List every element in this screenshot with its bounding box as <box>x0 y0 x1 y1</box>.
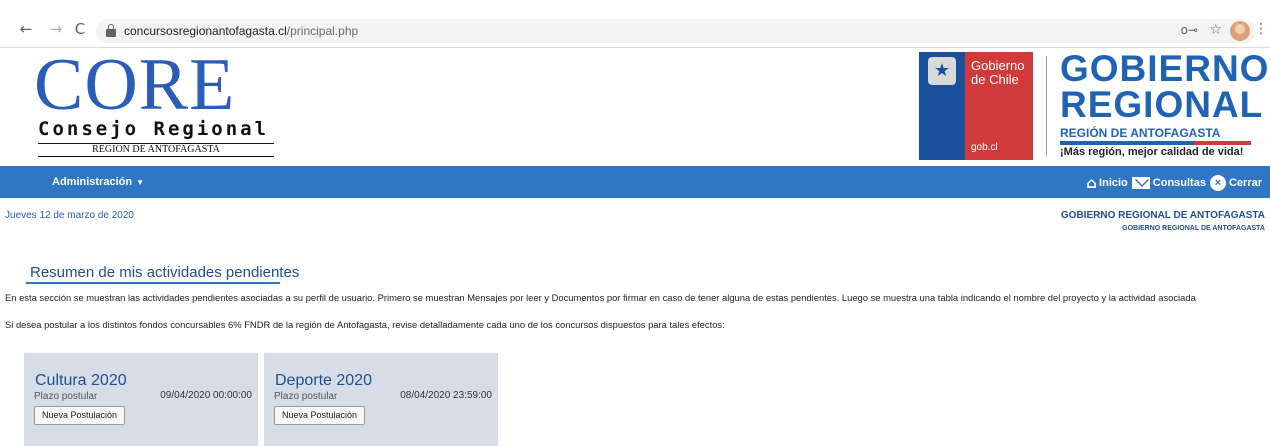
new-application-button[interactable]: Nueva Postulación <box>274 406 366 425</box>
gore-line1: GOBIERNO <box>1060 48 1270 89</box>
gore-region: REGIÓN DE ANTOFAGASTA <box>1060 126 1221 140</box>
back-arrow-icon[interactable]: ← <box>18 21 34 37</box>
gob-cl-text: gob.cl <box>971 142 998 153</box>
instructions-paragraph: Si desea postular a los distintos fondos… <box>5 319 725 330</box>
url-text[interactable]: concursosregionantofagasta.cl/principal.… <box>124 24 358 38</box>
key-icon[interactable]: o⊸ <box>1181 23 1198 37</box>
main-navbar: Administración ▼ ⌂ Inicio Consultas × Cerra… <box>0 166 1270 198</box>
core-logo-word: CORE <box>34 44 236 126</box>
navbar-right-links: ⌂ Inicio Consultas × Cerrar <box>1086 173 1262 193</box>
core-logo-subtitle: Consejo Regional <box>38 118 270 140</box>
contest-card-cultura: Cultura 2020 Plazo postular 09/04/2020 0… <box>24 353 258 446</box>
contest-card-deporte: Deporte 2020 Plazo postular 08/04/2020 2… <box>264 353 498 446</box>
core-logo[interactable]: CORE Consejo Regional REGION DE ANTOFAGA… <box>34 48 284 160</box>
core-logo-region: REGION DE ANTOFAGASTA <box>38 143 274 157</box>
admin-menu-label: Administración <box>52 176 133 188</box>
url-domain: concursosregionantofagasta.cl <box>124 24 287 38</box>
gob-chile-line2: de Chile <box>971 72 1019 87</box>
gore-line2: REGIONAL <box>1060 84 1264 125</box>
contest-deadline-label: Plazo postular <box>274 391 338 402</box>
browser-menu-icon[interactable]: ⋮ <box>1254 21 1268 37</box>
url-path: /principal.php <box>286 24 359 38</box>
contest-deadline: 08/04/2020 23:59:00 <box>400 390 492 401</box>
gore-blue-bar <box>1060 141 1194 145</box>
coat-of-arms-icon: ★ <box>928 57 956 85</box>
close-circle-icon: × <box>1209 175 1226 191</box>
new-application-button[interactable]: Nueva Postulación <box>34 406 126 425</box>
current-date: Jueves 12 de marzo de 2020 <box>5 210 134 221</box>
reload-icon[interactable]: C <box>72 21 88 37</box>
browser-toolbar: ← → C concursosregionantofagasta.cl/prin… <box>0 0 1270 48</box>
caret-down-icon: ▼ <box>136 178 144 187</box>
profile-avatar[interactable] <box>1230 21 1250 41</box>
organization-name: GOBIERNO REGIONAL DE ANTOFAGASTA <box>1060 210 1265 221</box>
forward-arrow-icon[interactable]: → <box>48 21 64 37</box>
consultas-link[interactable]: Consultas <box>1131 177 1206 189</box>
cerrar-link[interactable]: × Cerrar <box>1209 175 1262 191</box>
consultas-label: Consultas <box>1152 177 1206 189</box>
organization-subname: GOBIERNO REGIONAL DE ANTOFAGASTA <box>1122 225 1265 232</box>
cerrar-label: Cerrar <box>1228 177 1262 189</box>
gore-red-bar <box>1194 141 1251 145</box>
description-paragraph: En esta sección se muestran las activida… <box>5 292 1196 303</box>
gore-slogan: ¡Más región, mejor calidad de vida! <box>1060 146 1244 158</box>
gob-chile-line1: Gobierno <box>971 58 1025 73</box>
section-title-underline <box>26 282 280 284</box>
admin-menu[interactable]: Administración ▼ <box>52 176 144 188</box>
contest-title: Deporte 2020 <box>275 372 372 389</box>
site-header: CORE Consejo Regional REGION DE ANTOFAGA… <box>0 48 1270 166</box>
address-bar[interactable]: concursosregionantofagasta.cl/principal.… <box>96 19 1256 43</box>
bookmark-star-icon[interactable]: ☆ <box>1209 22 1222 38</box>
gobierno-de-chile-logo: ★ Gobierno de Chile gob.cl <box>919 52 1033 160</box>
inicio-link[interactable]: ⌂ Inicio <box>1086 175 1127 191</box>
contest-deadline: 09/04/2020 00:00:00 <box>160 390 252 401</box>
contest-deadline-label: Plazo postular <box>34 391 98 402</box>
gobierno-regional-logo: GOBIERNO REGIONAL REGIÓN DE ANTOFAGASTA … <box>1060 48 1268 164</box>
gob-chile-text: Gobierno de Chile <box>971 59 1024 87</box>
lock-icon <box>106 24 116 37</box>
envelope-icon <box>1131 177 1150 189</box>
home-icon: ⌂ <box>1086 174 1098 192</box>
logo-divider <box>1046 56 1047 156</box>
contest-title: Cultura 2020 <box>35 372 127 389</box>
inicio-label: Inicio <box>1099 177 1128 189</box>
section-title: Resumen de mis actividades pendientes <box>30 264 300 281</box>
